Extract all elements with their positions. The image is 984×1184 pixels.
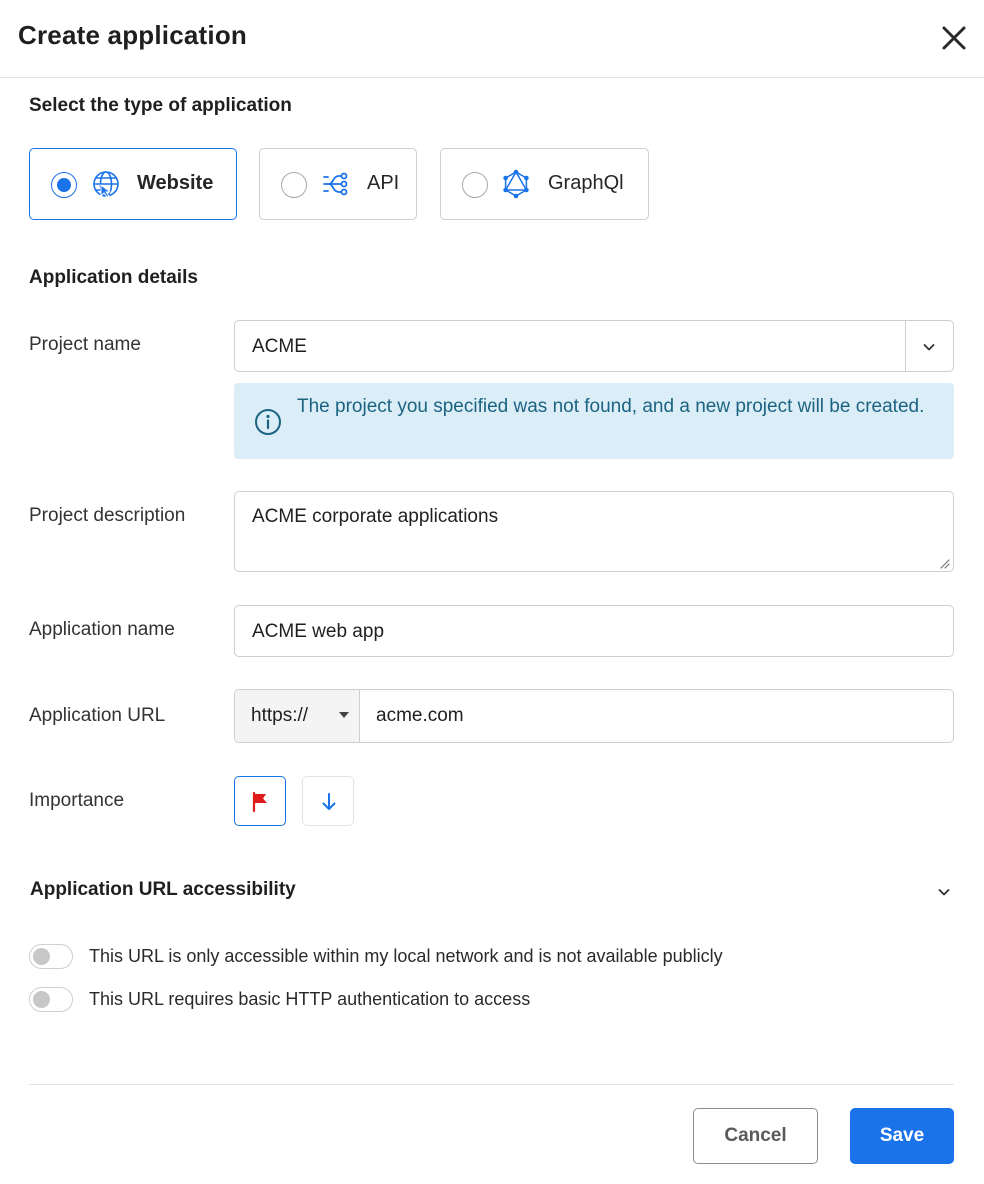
graphql-icon	[501, 169, 531, 199]
chevron-down-icon[interactable]	[934, 882, 954, 902]
globe-cursor-icon	[91, 169, 121, 199]
website-radio[interactable]	[51, 172, 77, 198]
save-button[interactable]: Save	[850, 1108, 954, 1164]
footer-divider	[29, 1084, 954, 1085]
app-details-heading: Application details	[29, 267, 198, 288]
cancel-button[interactable]: Cancel	[693, 1108, 818, 1164]
select-divider	[905, 321, 906, 371]
chevron-down-icon[interactable]	[919, 337, 939, 357]
basic-auth-toggle[interactable]	[29, 987, 73, 1012]
graphql-label: GraphQl	[548, 172, 624, 194]
application-name-value: ACME web app	[252, 621, 385, 642]
resize-grip-icon[interactable]	[938, 556, 950, 569]
project-not-found-alert: The project you specified was not found,…	[234, 383, 954, 459]
api-label: API	[367, 172, 400, 194]
info-icon	[253, 407, 283, 437]
dialog-header: Create application	[0, 0, 984, 78]
toggle-knob	[33, 948, 50, 965]
basic-auth-toggle-label: This URL requires basic HTTP authenticat…	[89, 989, 531, 1009]
application-url-label: Application URL	[29, 705, 166, 726]
application-url-field: https:// acme.com	[234, 689, 954, 743]
api-fork-icon	[321, 169, 351, 199]
alert-message: The project you specified was not found,…	[297, 396, 925, 417]
app-type-api-option[interactable]: API	[259, 148, 417, 220]
toggle-knob	[33, 991, 50, 1008]
caret-down-icon	[339, 712, 349, 718]
importance-high-button[interactable]	[234, 776, 286, 826]
api-radio[interactable]	[281, 172, 307, 198]
project-name-value: ACME	[252, 336, 307, 357]
importance-label: Importance	[29, 790, 125, 811]
close-icon[interactable]	[938, 22, 970, 54]
url-protocol-value: https://	[251, 705, 309, 726]
application-name-label: Application name	[29, 619, 175, 640]
graphql-radio[interactable]	[462, 172, 488, 198]
app-type-graphql-option[interactable]: GraphQl	[440, 148, 649, 220]
dialog-title: Create application	[18, 20, 247, 50]
application-url-input[interactable]: acme.com	[376, 705, 464, 727]
importance-low-button[interactable]	[302, 776, 354, 826]
local-network-toggle[interactable]	[29, 944, 73, 969]
application-name-input[interactable]: ACME web app	[234, 605, 954, 657]
project-name-select[interactable]: ACME	[234, 320, 954, 372]
website-label: Website	[137, 172, 214, 194]
project-name-label: Project name	[29, 334, 141, 355]
project-description-value: ACME corporate applications	[252, 506, 499, 527]
flag-icon	[252, 791, 267, 813]
url-protocol-select[interactable]: https://	[235, 690, 360, 742]
arrow-down-icon	[322, 793, 336, 810]
local-network-toggle-label: This URL is only accessible within my lo…	[89, 946, 723, 966]
app-type-heading: Select the type of application	[29, 95, 292, 116]
app-type-website-option[interactable]: Website	[29, 148, 237, 220]
url-accessibility-heading: Application URL accessibility	[30, 879, 296, 900]
project-description-textarea[interactable]: ACME corporate applications	[234, 491, 954, 572]
project-description-label: Project description	[29, 505, 186, 526]
